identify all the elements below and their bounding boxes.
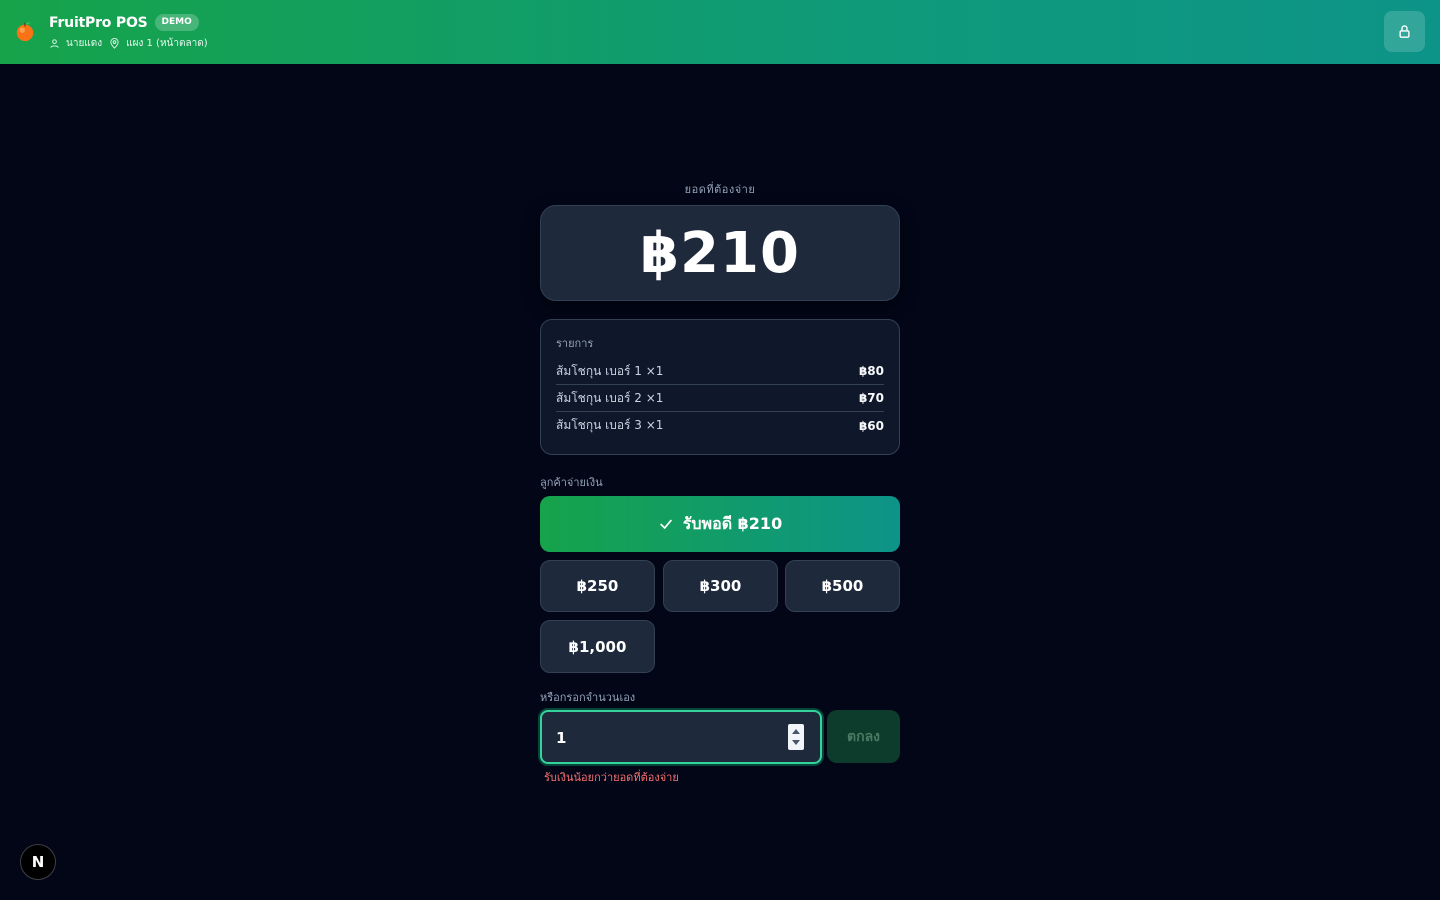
custom-amount-field bbox=[540, 710, 822, 764]
dev-tools-button[interactable]: N bbox=[20, 844, 56, 880]
item-name: ส้มโชกุน เบอร์ 3 ×1 bbox=[556, 418, 664, 432]
map-pin-icon bbox=[110, 38, 119, 49]
items-heading: รายการ bbox=[556, 337, 594, 350]
lock-icon bbox=[1399, 25, 1410, 38]
quick-amount-1000-button[interactable]: ฿1,000 bbox=[540, 620, 655, 673]
top-bar: FruitPro POS DEMO นายแดง แผง 1 (หน้าตลาด… bbox=[0, 0, 1440, 64]
customer-paid-label: ลูกค้าจ่ายเงิน bbox=[540, 476, 603, 489]
custom-amount-input[interactable] bbox=[556, 726, 776, 750]
quick-amount-250-button[interactable]: ฿250 bbox=[540, 560, 655, 612]
list-item: ส้มโชกุน เบอร์ 3 ×1 ฿60 bbox=[556, 412, 884, 439]
item-price: ฿70 bbox=[858, 391, 884, 405]
stepper-down-icon[interactable] bbox=[792, 740, 800, 745]
quick-amount-300-button[interactable]: ฿300 bbox=[663, 560, 778, 612]
quick-amount-500-button[interactable]: ฿500 bbox=[785, 560, 900, 612]
exact-amount-button[interactable]: รับพอดี ฿210 bbox=[540, 496, 900, 552]
items-card: รายการ ส้มโชกุน เบอร์ 1 ×1 ฿80 ส้มโชกุน … bbox=[540, 319, 900, 455]
user-icon bbox=[50, 39, 59, 48]
number-stepper[interactable] bbox=[788, 724, 804, 750]
stepper-up-icon[interactable] bbox=[792, 729, 800, 734]
confirm-button[interactable]: ตกลง bbox=[827, 710, 900, 763]
item-price: ฿80 bbox=[858, 364, 884, 378]
check-icon bbox=[659, 519, 672, 530]
list-item: ส้มโชกุน เบอร์ 1 ×1 ฿80 bbox=[556, 358, 884, 385]
list-item: ส้มโชกุน เบอร์ 2 ×1 ฿70 bbox=[556, 385, 884, 412]
orange-fruit-icon bbox=[16, 22, 34, 42]
error-message: รับเงินน้อยกว่ายอดที่ต้องจ่าย bbox=[544, 771, 679, 784]
total-card: ฿210 bbox=[540, 205, 900, 301]
lock-button[interactable] bbox=[1384, 11, 1425, 52]
demo-badge: DEMO bbox=[154, 14, 199, 31]
item-name: ส้มโชกุน เบอร์ 1 ×1 bbox=[556, 363, 664, 378]
total-label: ยอดที่ต้องจ่าย bbox=[684, 183, 756, 196]
user-name: นายแดง bbox=[66, 38, 103, 49]
item-price: ฿60 bbox=[858, 418, 884, 433]
total-amount: ฿210 bbox=[640, 220, 800, 286]
stall-location: แผง 1 (หน้าตลาด) bbox=[126, 38, 208, 49]
brand-name: FruitPro POS bbox=[49, 14, 148, 31]
item-name: ส้มโชกุน เบอร์ 2 ×1 bbox=[556, 390, 664, 405]
custom-amount-label: หรือกรอกจำนวนเอง bbox=[540, 691, 636, 704]
exact-amount-label: รับพอดี ฿210 bbox=[682, 513, 783, 533]
